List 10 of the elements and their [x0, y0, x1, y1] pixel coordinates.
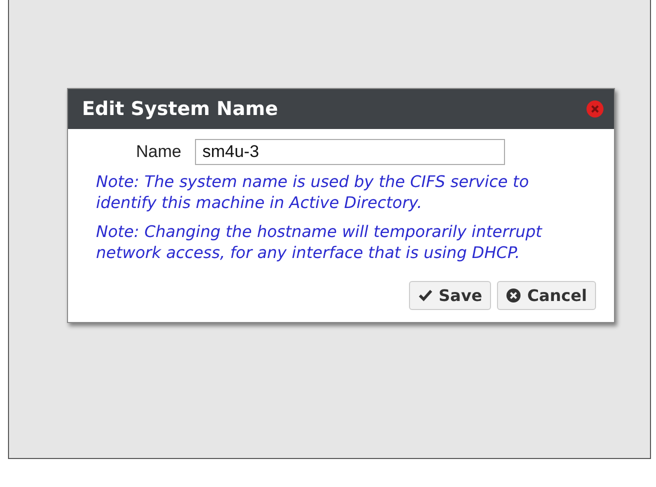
note-text: Note: The system name is used by the CIFS service to identify this machine in Active Directory. [96, 171, 530, 213]
cancel-button[interactable]: Cancel [497, 281, 596, 310]
name-label: Name [136, 142, 182, 162]
close-icon[interactable] [586, 100, 604, 118]
cancel-icon [506, 288, 522, 303]
dialog-title: Edit System Name [82, 98, 278, 120]
name-field[interactable]: sm4u-3 [195, 139, 506, 165]
note-text: Note: Changing the hostname will temporarily interrupt network access, for any interface that is using DHCP. [96, 221, 544, 263]
save-button[interactable]: Save [408, 281, 492, 310]
check-icon [418, 288, 433, 303]
